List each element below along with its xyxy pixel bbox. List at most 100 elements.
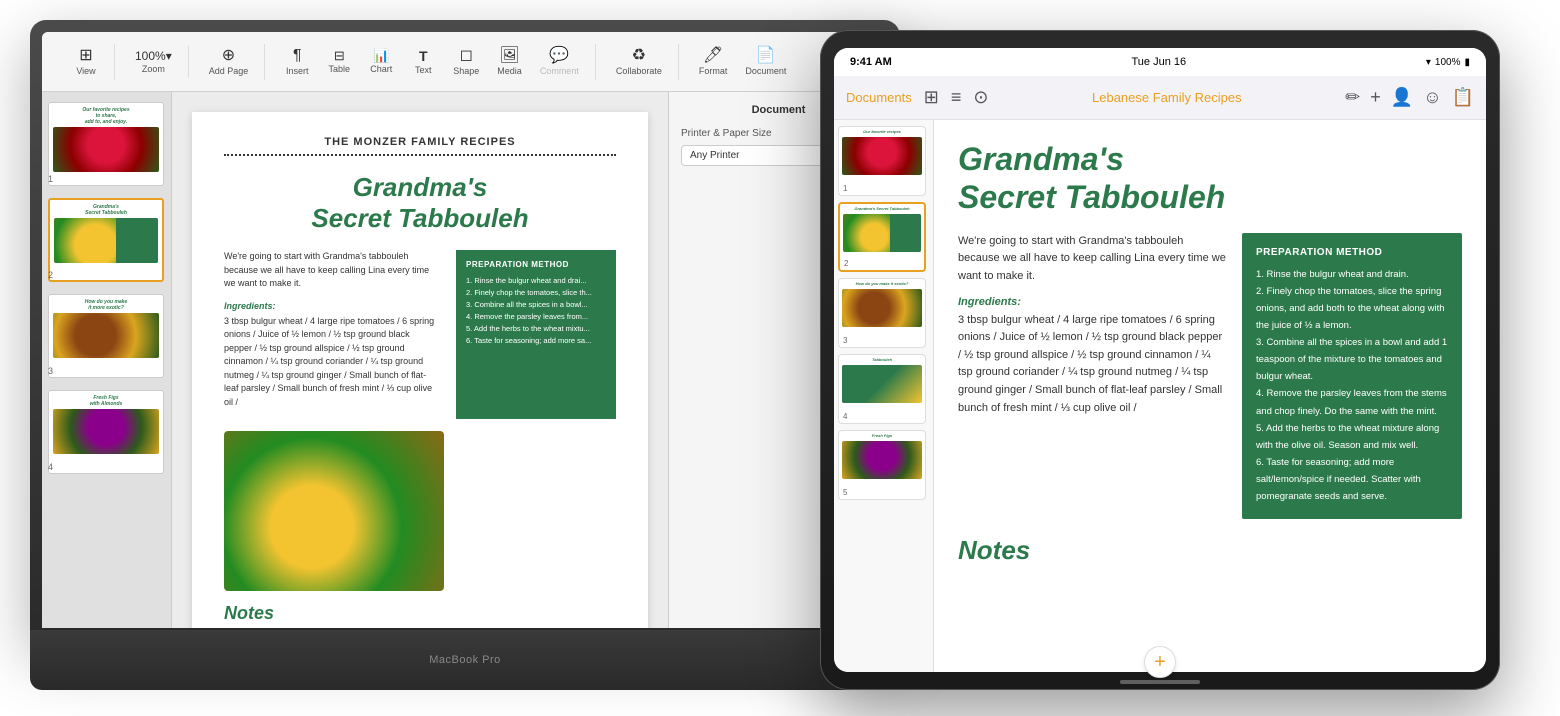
mac-sidebar: Our favorite recipesto share,add to, and… — [42, 92, 172, 628]
toolbar-group-addpage: ⊕ Add Page — [193, 44, 266, 80]
document-icon: 📄 — [756, 48, 776, 64]
ipad-thumb-num-5: 5 — [843, 488, 847, 497]
doc-body-row: We're going to start with Grandma's tabb… — [224, 250, 616, 419]
toolbar-group-insert: ¶ Insert ⊟ Table 📊 Chart — [269, 44, 596, 80]
ipad-body-row: We're going to start with Grandma's tabb… — [958, 233, 1462, 519]
toolbar-shape[interactable]: ◻ Shape — [445, 44, 487, 80]
comment-label: Comment — [540, 66, 579, 76]
prep-step-6: 6. Taste for seasoning; add more sa... — [466, 335, 606, 347]
ipad-thumb-inner-5: Fresh Figs — [839, 431, 925, 499]
ipad-smile-icon[interactable]: ☺ — [1423, 87, 1441, 108]
ipad-thumb-inner-1: Our favorite recipes — [839, 127, 925, 195]
toolbar-text[interactable]: T Text — [403, 45, 443, 79]
toolbar-chart[interactable]: 📊 Chart — [361, 45, 401, 78]
ipad-doc-name: Lebanese Family Recipes — [1092, 90, 1242, 105]
ipad-thumb-title-4: Tabbouleh — [842, 358, 922, 363]
ipad-list-icon[interactable]: ≡ — [951, 87, 962, 108]
status-time: 9:41 AM — [850, 56, 892, 68]
ipad-thumb-num-3: 3 — [843, 336, 847, 345]
doc-notes-title: Notes — [224, 603, 616, 624]
format-icon: 🖊 — [703, 48, 723, 64]
ipad-toolbar-left: Documents ⊞ ≡ ⊙ — [846, 87, 988, 108]
zoom-label: Zoom — [142, 64, 165, 74]
page-num-1: 1 — [48, 174, 53, 184]
prep-step-4: 4. Remove the parsley leaves from... — [466, 311, 606, 323]
sidebar-page-4[interactable]: Fresh Figswith Almonds 4 — [46, 388, 167, 476]
prep-step-3: 3. Combine all the spices in a bowl... — [466, 299, 606, 311]
insert-label: Insert — [286, 66, 309, 76]
doc-main-title: THE MONZER FAMILY RECIPES — [224, 136, 616, 148]
macbook-frame: ⊞ View 100%▾ Zoom ⊕ — [30, 20, 900, 640]
sidebar-page-2[interactable]: Grandma'sSecret Tabbouleh 2 — [46, 196, 167, 284]
shape-icon: ◻ — [460, 48, 473, 64]
toolbar-group-zoom: 100%▾ Zoom — [119, 46, 189, 78]
prep-title: PREPARATION METHOD — [466, 260, 606, 269]
toolbar-addpage[interactable]: ⊕ Add Page — [201, 44, 257, 80]
ipad-prep-2: 2. Finely chop the tomatoes, slice the s… — [1256, 283, 1448, 334]
ipad-text-col: We're going to start with Grandma's tabb… — [958, 233, 1226, 519]
ipad-thumb-num-1: 1 — [843, 184, 847, 193]
ipad-thumb-2[interactable]: Grandma's Secret Tabbouleh 2 — [838, 202, 926, 272]
ipad-thumb-title-2: Grandma's Secret Tabbouleh — [843, 207, 921, 212]
toolbar-document[interactable]: 📄 Document — [737, 44, 794, 80]
thumb-title-2: Grandma'sSecret Tabbouleh — [54, 204, 158, 216]
ipad-prep-1: 1. Rinse the bulgur wheat and drain. — [1256, 266, 1448, 283]
ipad-ing-label: Ingredients: — [958, 296, 1226, 308]
toolbar-zoom[interactable]: 100%▾ Zoom — [127, 46, 180, 78]
ipad-thumb-num-4: 4 — [843, 412, 847, 421]
ipad-back-button[interactable]: Documents — [846, 90, 912, 105]
mac-document-area: THE MONZER FAMILY RECIPES Grandma's Secr… — [172, 92, 668, 628]
toolbar-view[interactable]: ⊞ View — [66, 44, 106, 80]
thumb-image-3 — [53, 313, 159, 358]
thumb-content-1: Our favorite recipesto share,add to, and… — [53, 107, 159, 181]
ipad-people-icon[interactable]: 👤 — [1391, 87, 1413, 108]
toolbar-table[interactable]: ⊟ Table — [319, 45, 359, 78]
sidebar-thumb-4: Fresh Figswith Almonds — [48, 390, 164, 474]
thumb-title-4: Fresh Figswith Almonds — [53, 395, 159, 407]
ipad-add-icon[interactable]: + — [1370, 87, 1381, 108]
sidebar-thumb-1: Our favorite recipesto share,add to, and… — [48, 102, 164, 186]
ipad-prep-5: 5. Add the herbs to the wheat mixture al… — [1256, 420, 1448, 454]
toolbar-collaborate[interactable]: ♻ Collaborate — [608, 44, 670, 80]
thumb-content-2: Grandma'sSecret Tabbouleh — [54, 204, 158, 276]
sidebar-page-3[interactable]: How do you makeit more exotic? 3 — [46, 292, 167, 380]
chart-label: Chart — [370, 64, 392, 74]
pages-app-ipad: 9:41 AM Tue Jun 16 ▾ 100% ▮ Documents ⊞ — [834, 48, 1486, 672]
sidebar-page-1[interactable]: Our favorite recipesto share,add to, and… — [46, 100, 167, 188]
collaborate-label: Collaborate — [616, 66, 662, 76]
toolbar-format[interactable]: 🖊 Format — [691, 44, 736, 80]
status-date: Tue Jun 16 — [1132, 56, 1187, 68]
ipad-thumb-3[interactable]: How do you make it exotic? 3 — [838, 278, 926, 348]
toolbar-group-collaborate: ♻ Collaborate — [600, 44, 679, 80]
toolbar-group-format: 🖊 Format 📄 Document — [683, 44, 803, 80]
toolbar-insert[interactable]: ¶ Insert — [277, 44, 317, 80]
ipad-home-indicator — [1120, 680, 1200, 684]
ipad-clock-icon[interactable]: ⊙ — [973, 87, 988, 108]
table-label: Table — [329, 64, 351, 74]
toolbar-media[interactable]: 🖼 Media — [489, 44, 530, 80]
ipad-thumb-5[interactable]: Fresh Figs 5 — [838, 430, 926, 500]
ipad-prep-title: PREPARATION METHOD — [1256, 247, 1448, 258]
mac-document: THE MONZER FAMILY RECIPES Grandma's Secr… — [192, 112, 648, 628]
ipad-clipboard-icon[interactable]: 📋 — [1452, 87, 1474, 108]
battery-label: 100% — [1435, 57, 1461, 68]
table-icon: ⊟ — [334, 49, 345, 62]
ipad-thumb-img-3 — [842, 289, 922, 327]
document-label: Document — [745, 66, 786, 76]
ipad-pen-icon[interactable]: ✏ — [1345, 87, 1360, 108]
ipad-thumb-4[interactable]: Tabbouleh 4 — [838, 354, 926, 424]
ipad-intro: We're going to start with Grandma's tabb… — [958, 233, 1226, 286]
ipad-sidebar: Our favorite recipes 1 Grandma's Secret … — [834, 120, 934, 672]
page-num-2: 2 — [48, 270, 53, 280]
ipad-pages-icon[interactable]: ⊞ — [924, 87, 939, 108]
view-icon: ⊞ — [79, 48, 92, 64]
ipad-thumb-img-2 — [843, 214, 921, 252]
ipad-toolbar-right: ✏ + 👤 ☺ 📋 — [1345, 87, 1474, 108]
prep-step-1: 1. Rinse the bulgur wheat and drai... — [466, 275, 606, 287]
thumb-image-4 — [53, 409, 159, 454]
chart-icon: 📊 — [373, 49, 389, 62]
ipad-doc-heading: Grandma's Secret Tabbouleh — [958, 140, 1462, 217]
sidebar-thumb-3: How do you makeit more exotic? — [48, 294, 164, 378]
ipad-thumb-img-5 — [842, 441, 922, 479]
ipad-thumb-1[interactable]: Our favorite recipes 1 — [838, 126, 926, 196]
